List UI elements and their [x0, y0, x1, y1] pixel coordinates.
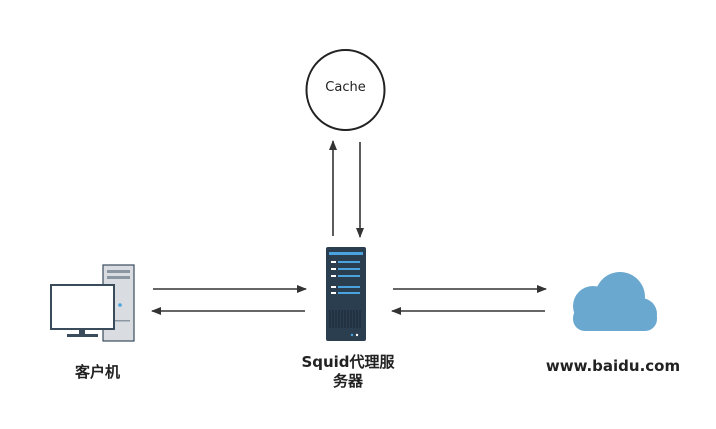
website-label: www.baidu.com: [545, 357, 681, 375]
desktop-computer-icon: [50, 264, 135, 342]
server-rack-icon: [326, 247, 366, 341]
proxy-label-line2: 务器: [332, 372, 363, 390]
cache-node-label: Cache: [325, 80, 366, 95]
client-label: 客户机: [74, 363, 120, 381]
cloud-icon: [573, 272, 657, 331]
diagram-canvas: Cache 客户机 Squid代理服 务器 www.baidu.com: [0, 0, 716, 429]
proxy-label-line1: Squid代理服: [301, 353, 395, 371]
proxy-label: Squid代理服 务器: [286, 353, 410, 391]
